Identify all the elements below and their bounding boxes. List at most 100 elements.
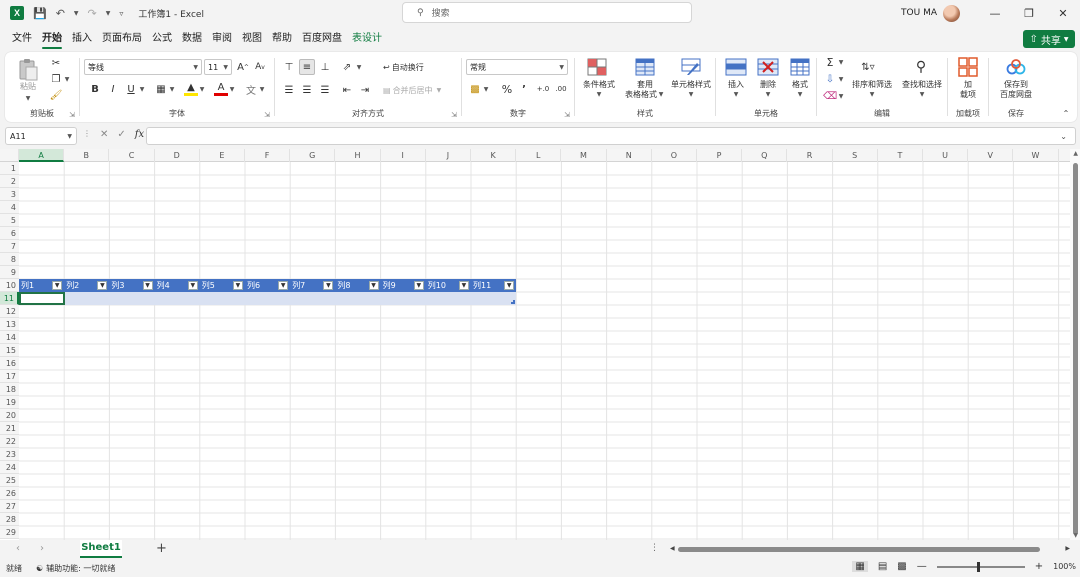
autosum-dropdown-icon[interactable]: ▼: [837, 57, 845, 67]
row-header-1[interactable]: 1: [0, 162, 19, 175]
column-header-o[interactable]: O: [652, 149, 697, 162]
row-header-14[interactable]: 14: [0, 331, 19, 344]
table-data-row[interactable]: [19, 292, 516, 305]
border-dropdown-icon[interactable]: ▼: [168, 84, 176, 94]
comma-icon[interactable]: ’: [518, 82, 530, 96]
tab-insert[interactable]: 插入: [72, 28, 92, 50]
vertical-scrollbar[interactable]: ▲ ▼: [1070, 149, 1080, 540]
align-middle-icon[interactable]: ≡: [299, 59, 315, 75]
zoom-slider-knob[interactable]: [976, 561, 980, 572]
delete-cells-dropdown-icon[interactable]: ▼: [752, 90, 784, 100]
save-icon[interactable]: 💾: [33, 7, 47, 20]
add-sheet-button[interactable]: +: [156, 541, 167, 556]
column-header-s[interactable]: S: [833, 149, 878, 162]
number-format-select[interactable]: 常规 ▼: [466, 59, 568, 75]
column-header-l[interactable]: L: [516, 149, 562, 162]
row-header-13[interactable]: 13: [0, 318, 19, 331]
row-header-10[interactable]: 10: [0, 279, 19, 292]
tab-view[interactable]: 视图: [242, 28, 262, 50]
font-color-dropdown-icon[interactable]: ▼: [228, 84, 236, 94]
phonetic-dropdown-icon[interactable]: ▼: [258, 84, 266, 94]
column-header-t[interactable]: T: [878, 149, 923, 162]
sheet-tab-sheet1[interactable]: Sheet1: [80, 540, 122, 558]
filter-dropdown-icon[interactable]: ▼: [97, 281, 108, 290]
percent-icon[interactable]: %: [500, 82, 514, 96]
align-right-icon[interactable]: ☰: [317, 82, 333, 98]
cell-styles-dropdown-icon[interactable]: ▼: [665, 90, 717, 100]
share-button[interactable]: ⇧ 共享 ▼: [1023, 30, 1075, 48]
column-header-v[interactable]: V: [968, 149, 1014, 162]
row-header-29[interactable]: 29: [0, 526, 19, 539]
zoom-out-icon[interactable]: —: [917, 561, 927, 572]
row-header-15[interactable]: 15: [0, 344, 19, 357]
tab-formulas[interactable]: 公式: [152, 28, 172, 50]
clear-icon[interactable]: ⌫: [823, 89, 837, 103]
table-header-cell[interactable]: 列3 ▼: [109, 279, 154, 292]
enter-icon[interactable]: ✓: [117, 129, 125, 140]
close-button[interactable]: ✕: [1046, 0, 1080, 26]
collapse-ribbon-icon[interactable]: ⌃: [1061, 108, 1071, 118]
row-header-27[interactable]: 27: [0, 500, 19, 513]
tab-file[interactable]: 文件: [12, 28, 32, 50]
cancel-icon[interactable]: ✕: [100, 129, 108, 140]
table-header-cell[interactable]: 列9 ▼: [381, 279, 426, 292]
column-header-m[interactable]: M: [561, 149, 607, 162]
customize-toolbar-icon[interactable]: ▿: [119, 9, 123, 18]
sheet-bar-splitter-icon[interactable]: ⋮: [650, 543, 659, 553]
expand-formula-icon[interactable]: ⌄: [1060, 132, 1067, 141]
user-name[interactable]: TOU MA: [901, 8, 937, 18]
underline-icon[interactable]: U: [124, 82, 138, 96]
search-input[interactable]: ⚲ 搜索: [402, 2, 692, 23]
vertical-scroll-thumb[interactable]: [1073, 163, 1078, 535]
fill-dropdown-icon[interactable]: ▼: [837, 74, 845, 84]
filter-dropdown-icon[interactable]: ▼: [232, 281, 243, 290]
row-header-22[interactable]: 22: [0, 435, 19, 448]
copy-dropdown-icon[interactable]: ▼: [63, 74, 71, 84]
row-header-5[interactable]: 5: [0, 214, 19, 227]
filter-dropdown-icon[interactable]: ▼: [458, 281, 469, 290]
accounting-dropdown-icon[interactable]: ▼: [482, 84, 490, 94]
merge-center-button[interactable]: ▤ 合并后居中 ▼: [383, 82, 459, 98]
table-header-cell[interactable]: 列2 ▼: [64, 279, 109, 292]
column-header-g[interactable]: G: [290, 149, 336, 162]
insert-cells-button[interactable]: [724, 56, 748, 78]
copy-icon[interactable]: ❐: [49, 72, 63, 86]
row-header-12[interactable]: 12: [0, 305, 19, 318]
orientation-icon[interactable]: ⇗: [339, 59, 355, 75]
tab-home[interactable]: 开始: [42, 28, 62, 50]
column-header-k[interactable]: K: [471, 149, 517, 162]
row-header-19[interactable]: 19: [0, 396, 19, 409]
format-cells-button[interactable]: [788, 56, 812, 78]
prev-sheet-icon[interactable]: ‹: [16, 543, 20, 554]
increase-decimal-icon[interactable]: +.0: [536, 82, 550, 96]
table-header-cell[interactable]: 列5 ▼: [200, 279, 245, 292]
normal-view-icon[interactable]: ▦: [852, 561, 868, 572]
increase-indent-icon[interactable]: ⇥: [357, 82, 373, 98]
table-header-cell[interactable]: 列7 ▼: [290, 279, 335, 292]
align-top-icon[interactable]: ⊤: [281, 59, 297, 75]
horizontal-scrollbar[interactable]: ◀ ▶: [670, 545, 1070, 554]
tab-data[interactable]: 数据: [182, 28, 202, 50]
row-header-17[interactable]: 17: [0, 370, 19, 383]
column-header-e[interactable]: E: [200, 149, 245, 162]
sort-filter-dropdown-icon[interactable]: ▼: [847, 90, 897, 100]
format-painter-icon[interactable]: 🖌: [49, 88, 63, 102]
tab-baidu-netdisk[interactable]: 百度网盘: [302, 28, 342, 50]
insert-function-button[interactable]: fx: [135, 129, 144, 140]
increase-font-icon[interactable]: A ^: [236, 59, 250, 75]
fill-color-dropdown-icon[interactable]: ▼: [198, 84, 206, 94]
addins-button[interactable]: [956, 56, 980, 78]
column-header-a[interactable]: A: [19, 149, 65, 162]
table-header-cell[interactable]: 列1 ▼: [19, 279, 64, 292]
row-header-8[interactable]: 8: [0, 253, 19, 266]
filter-dropdown-icon[interactable]: ▼: [52, 281, 63, 290]
column-header-w[interactable]: W: [1013, 149, 1059, 162]
paste-button[interactable]: [15, 56, 41, 84]
format-as-table-button[interactable]: [633, 56, 657, 78]
align-center-icon[interactable]: ☰: [299, 82, 315, 98]
row-header-6[interactable]: 6: [0, 227, 19, 240]
orientation-dropdown-icon[interactable]: ▼: [355, 62, 363, 72]
row-header-25[interactable]: 25: [0, 474, 19, 487]
row-header-3[interactable]: 3: [0, 188, 19, 201]
bold-icon[interactable]: B: [88, 82, 102, 96]
